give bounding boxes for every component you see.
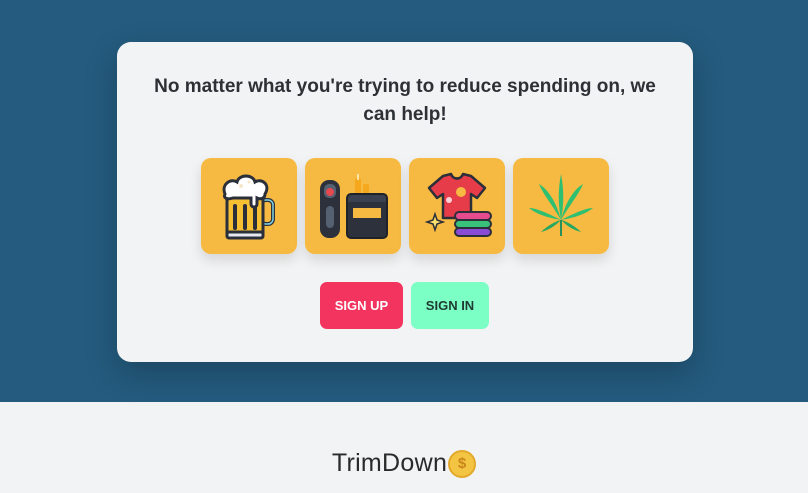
hero-headline: No matter what you're trying to reduce s… <box>154 76 656 125</box>
clothing-icon <box>424 172 492 237</box>
category-tiles <box>201 158 609 254</box>
coin-icon: $ <box>448 449 477 478</box>
category-tile-smoking[interactable] <box>305 158 401 254</box>
category-tile-cannabis[interactable] <box>513 158 609 254</box>
beer-mug-icon <box>222 174 275 240</box>
hero-section: No matter what you're trying to reduce s… <box>0 0 808 402</box>
vape-and-cigarettes-icon <box>320 174 388 239</box>
sign-in-button[interactable]: SIGN IN <box>411 282 489 329</box>
hero-card: No matter what you're trying to reduce s… <box>117 42 693 362</box>
category-tile-beer[interactable] <box>201 158 297 254</box>
sign-up-button[interactable]: SIGN UP <box>320 282 403 329</box>
footer-brand: TrimDown $ <box>0 449 808 478</box>
cannabis-leaf-icon <box>529 174 593 236</box>
category-tile-clothing[interactable] <box>409 158 505 254</box>
brand-name: TrimDown <box>331 449 448 477</box>
